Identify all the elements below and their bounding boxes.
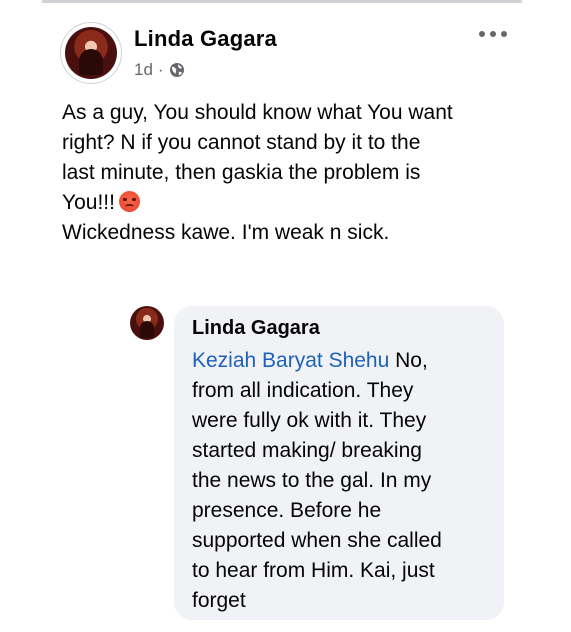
comment-line: supported when she called [192,529,442,552]
post-line: Wickedness kawe. I'm weak n sick. [62,221,390,244]
more-dot [479,31,485,37]
mention-link[interactable]: Keziah Baryat Shehu [192,349,389,372]
comment-line-rest: No, [389,349,428,372]
angry-face-icon [118,191,140,212]
more-dot [501,31,507,37]
comment-line: to hear from Him. Kai, just [192,559,435,582]
comment-line: presence. Before he [192,499,382,522]
comment-line: forget [192,589,246,612]
globe-icon[interactable] [169,62,185,78]
post-meta: 1d · [134,60,185,80]
post-line: last minute, then gaskia the problem is [62,161,421,184]
avatar-photo [65,27,117,79]
post-line: right? N if you cannot stand by it to th… [62,131,421,154]
post-author-avatar[interactable] [60,22,122,84]
post-line: As a guy, You should know what You want [62,101,453,124]
comment-line: the news to the gal. In my [192,469,432,492]
comment-line: from all indication. They [192,379,414,402]
post-author-name[interactable]: Linda Gagara [134,26,277,52]
comment-author-name[interactable]: Linda Gagara [192,317,320,340]
top-divider [42,0,522,3]
comment-line: Keziah Baryat Shehu No, [192,346,492,376]
comment-line: were fully ok with it. They [192,409,427,432]
comment-body: Keziah Baryat Shehu No, from all indicat… [192,346,492,616]
post-line: You!!! [62,191,115,214]
meta-separator: · [157,60,164,79]
more-dot [490,31,496,37]
comment-line: started making/ breaking [192,439,422,462]
comment-author-avatar[interactable] [130,306,164,340]
more-options-button[interactable] [479,24,507,44]
post-timestamp[interactable]: 1d [134,60,153,80]
post-line-with-emoji: You!!! [62,188,522,218]
post-body: As a guy, You should know what You want … [62,98,522,248]
